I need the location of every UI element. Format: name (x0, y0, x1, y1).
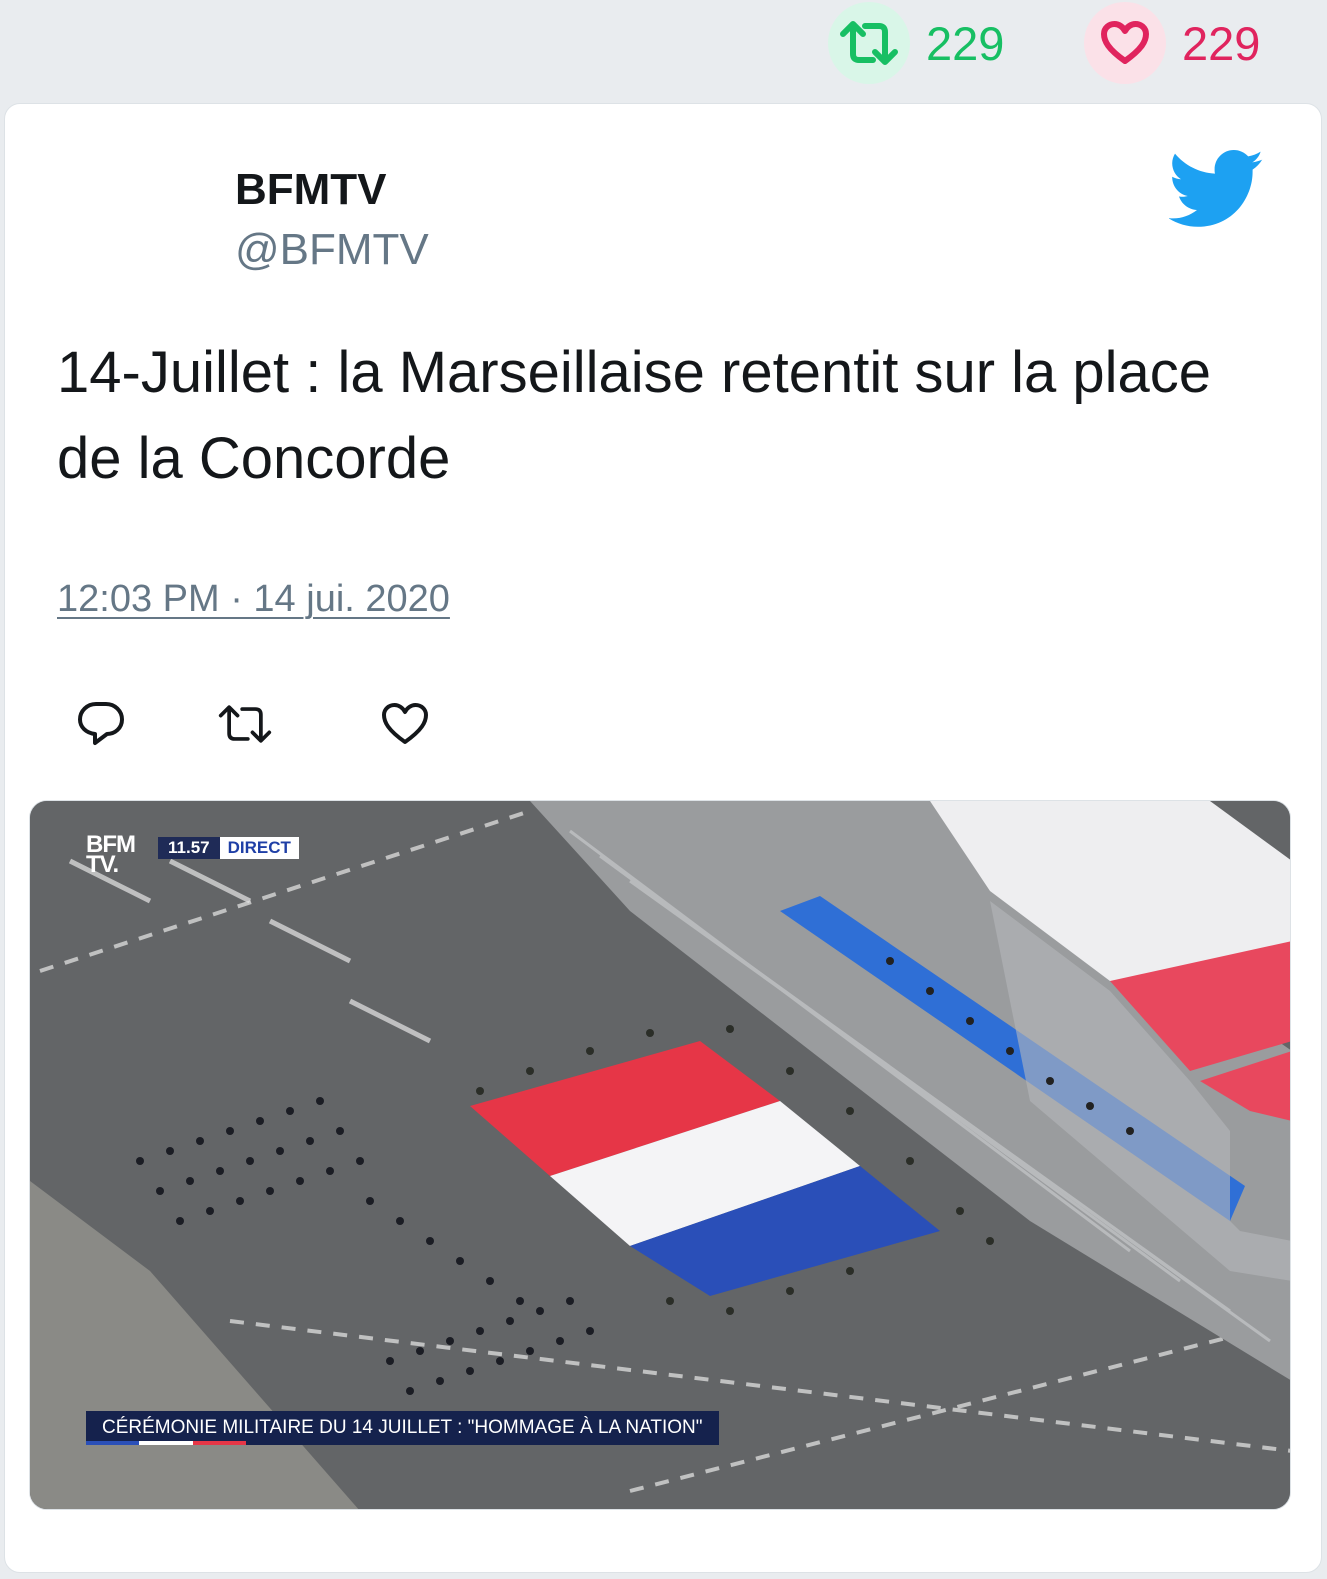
tweet-timestamp[interactable]: 12:03 PM · 14 jui. 2020 (57, 578, 450, 621)
tricolor-stripe (86, 1441, 246, 1445)
like-button[interactable] (377, 696, 433, 752)
retweet-icon (828, 2, 910, 84)
engagement-stats: 229 229 (0, 0, 1327, 100)
retweet-stat[interactable]: 229 (828, 2, 1004, 84)
like-stat[interactable]: 229 (1084, 2, 1260, 84)
reply-button[interactable] (73, 696, 129, 752)
live-time: 11.57 (158, 837, 220, 859)
retweet-count: 229 (926, 16, 1005, 70)
channel-logo: BFM TV. (86, 833, 136, 878)
tweet-text: 14-Juillet : la Marseillaise retentit su… (57, 340, 1212, 491)
retweet-button[interactable] (217, 696, 273, 752)
live-label: DIRECT (219, 837, 299, 859)
tweet-card: BFMTV @BFMTV 14-Juillet : la Marseillais… (4, 103, 1322, 1573)
reply-icon (78, 702, 124, 745)
author-handle[interactable]: @BFMTV (235, 225, 429, 274)
live-indicator: 11.57 DIRECT (158, 837, 299, 859)
heart-icon (382, 703, 428, 744)
heart-icon (1084, 2, 1166, 84)
caption-banner: CÉRÉMONIE MILITAIRE DU 14 JUILLET : "HOM… (86, 1411, 719, 1445)
author-name[interactable]: BFMTV (235, 165, 387, 214)
caption-banner-text: CÉRÉMONIE MILITAIRE DU 14 JUILLET : "HOM… (102, 1417, 703, 1438)
retweet-icon (218, 705, 272, 743)
ceremony-aerial-photo (30, 801, 1290, 1509)
logo-line-2: TV. (86, 851, 119, 878)
tweet-media-image[interactable]: BFM TV. 11.57 DIRECT CÉRÉMONIE MILITAIRE… (29, 800, 1291, 1510)
twitter-bird-icon[interactable] (1169, 150, 1265, 228)
like-count: 229 (1182, 16, 1261, 70)
